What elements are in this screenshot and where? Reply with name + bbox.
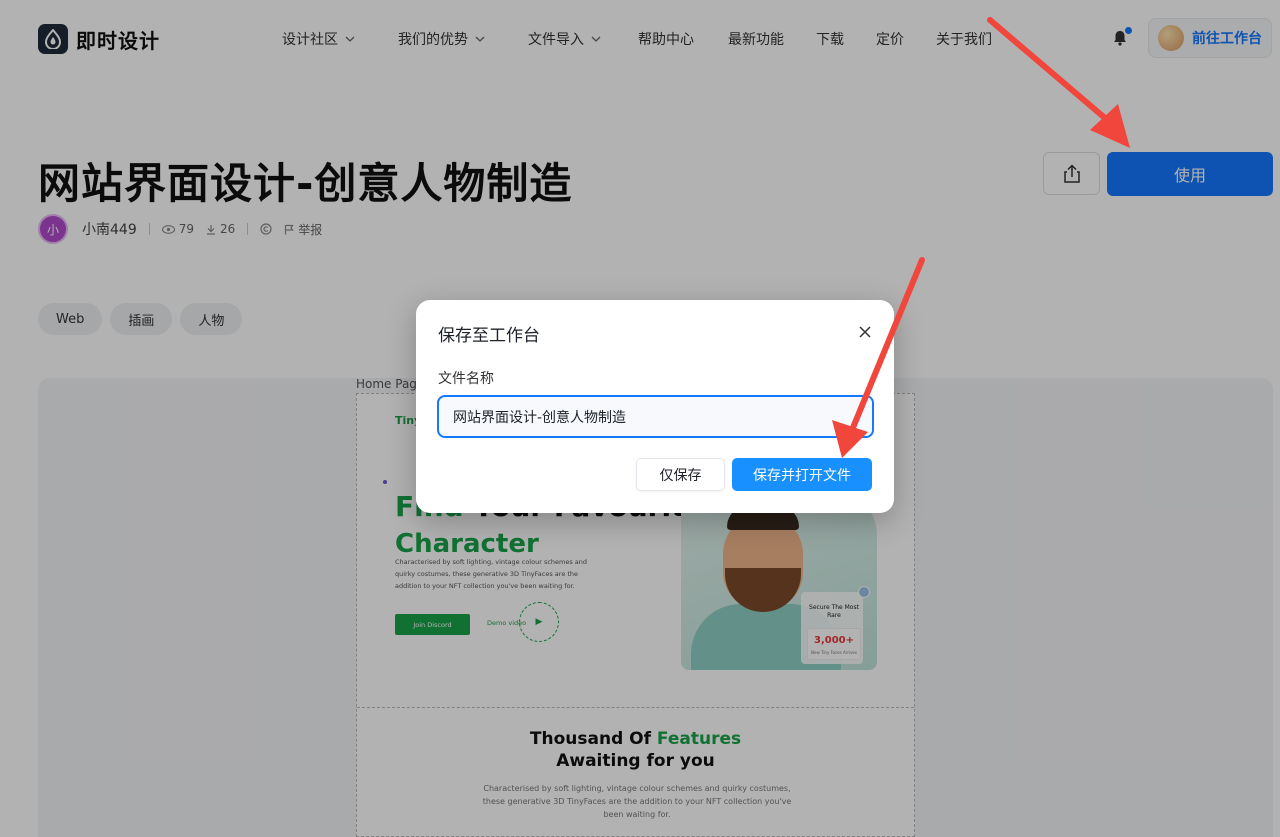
- file-name-label: 文件名称: [438, 371, 494, 387]
- save-only-button[interactable]: 仅保存: [636, 458, 725, 491]
- dialog-title: 保存至工作台: [438, 326, 540, 346]
- save-to-workspace-dialog: 保存至工作台 文件名称 仅保存 保存并打开文件: [416, 300, 894, 513]
- save-and-open-button[interactable]: 保存并打开文件: [732, 458, 872, 491]
- close-icon[interactable]: [858, 325, 872, 339]
- file-name-input[interactable]: [437, 395, 874, 438]
